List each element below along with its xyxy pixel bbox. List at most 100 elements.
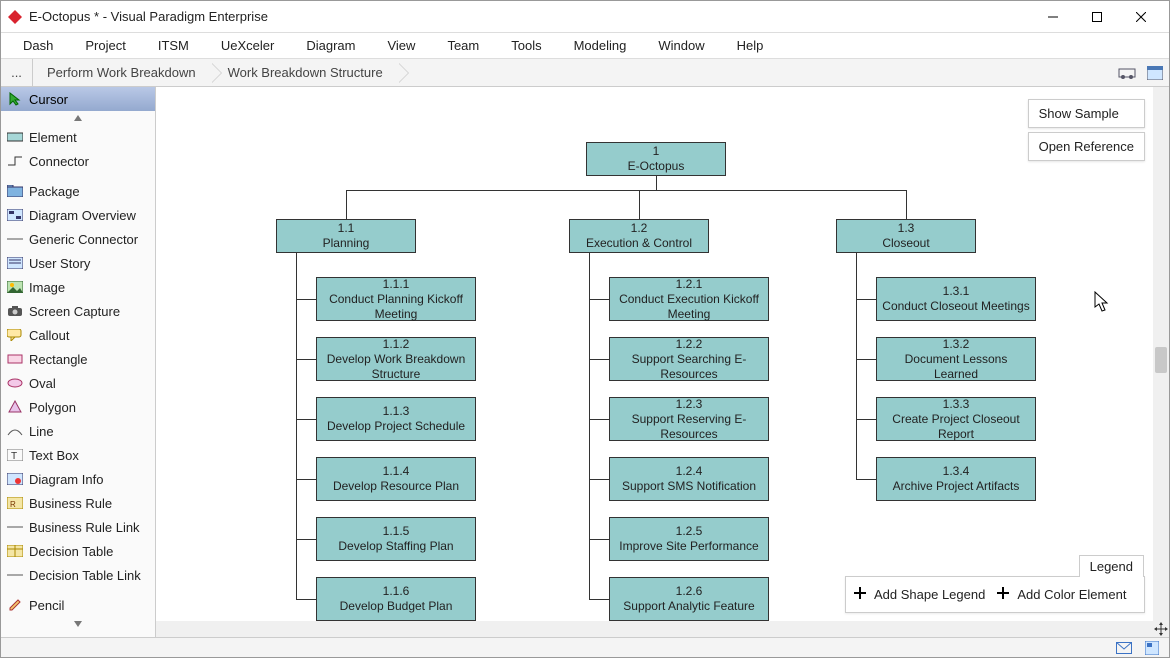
menu-diagram[interactable]: Diagram	[292, 34, 369, 57]
tasks-icon[interactable]	[1143, 639, 1161, 657]
wbs-child-1.1.6[interactable]: 1.1.6Develop Budget Plan	[316, 577, 476, 621]
wbs-child-1.1.5[interactable]: 1.1.5Develop Staffing Plan	[316, 517, 476, 561]
wbs-edge	[296, 419, 316, 420]
wbs-child-1.2.6[interactable]: 1.2.6Support Analytic Feature	[609, 577, 769, 621]
palette-generic-connector[interactable]: Generic Connector	[1, 227, 155, 251]
palette-text-box[interactable]: TText Box	[1, 443, 155, 467]
wbs-child-1.1.4[interactable]: 1.1.4Develop Resource Plan	[316, 457, 476, 501]
scrollbar-thumb[interactable]	[1155, 347, 1167, 373]
palette-cursor[interactable]: Cursor	[1, 87, 155, 111]
menu-window[interactable]: Window	[644, 34, 718, 57]
palette-element[interactable]: Element	[1, 125, 155, 149]
wbs-branch-1.2[interactable]: 1.2Execution & Control	[569, 219, 709, 253]
legend-tab[interactable]: Legend	[1079, 555, 1144, 577]
window-close-button[interactable]	[1119, 1, 1163, 32]
breadcrumb-item-0[interactable]: Perform Work Breakdown	[33, 59, 214, 87]
wbs-child-1.2.2[interactable]: 1.2.2Support Searching E-Resources	[609, 337, 769, 381]
palette-item-label: Decision Table	[29, 544, 113, 559]
legend-panel[interactable]: Legend Add Shape Legend Add Color Elemen…	[845, 576, 1145, 613]
vertical-scrollbar[interactable]	[1153, 87, 1169, 621]
palette-oval[interactable]: Oval	[1, 371, 155, 395]
svg-text:T: T	[11, 451, 17, 461]
palette-scroll-down-icon[interactable]	[1, 617, 155, 631]
menu-help[interactable]: Help	[723, 34, 778, 57]
palette-pencil[interactable]: Pencil	[1, 593, 155, 617]
package-icon	[7, 184, 23, 198]
wbs-edge	[589, 419, 609, 420]
palette-decision-table-link[interactable]: Decision Table Link	[1, 563, 155, 587]
image-icon	[7, 280, 23, 294]
wbs-child-1.1.1[interactable]: 1.1.1Conduct Planning Kickoff Meeting	[316, 277, 476, 321]
wbs-edge	[589, 539, 609, 540]
menu-project[interactable]: Project	[71, 34, 139, 57]
wbs-child-1.2.1[interactable]: 1.2.1Conduct Execution Kickoff Meeting	[609, 277, 769, 321]
palette-item-label: Decision Table Link	[29, 568, 141, 583]
wbs-child-1.1.3[interactable]: 1.1.3Develop Project Schedule	[316, 397, 476, 441]
add-color-element-button[interactable]: Add Color Element	[997, 587, 1126, 602]
palette-diagram-overview[interactable]: Diagram Overview	[1, 203, 155, 227]
wbs-child-1.3.3[interactable]: 1.3.3Create Project Closeout Report	[876, 397, 1036, 441]
palette-rectangle[interactable]: Rectangle	[1, 347, 155, 371]
wbs-branch-1.3[interactable]: 1.3Closeout	[836, 219, 976, 253]
palette-business-rule-link[interactable]: Business Rule Link	[1, 515, 155, 539]
status-bar	[1, 637, 1169, 657]
wbs-child-1.2.5[interactable]: 1.2.5Improve Site Performance	[609, 517, 769, 561]
move-canvas-icon[interactable]	[1153, 621, 1169, 637]
window-minimize-button[interactable]	[1031, 1, 1075, 32]
palette-item-label: Connector	[29, 154, 89, 169]
wbs-node-label: Create Project Closeout Report	[881, 412, 1031, 442]
horizontal-scrollbar[interactable]	[156, 621, 1169, 637]
palette-diagram-info[interactable]: Diagram Info	[1, 467, 155, 491]
menu-view[interactable]: View	[373, 34, 429, 57]
brl-icon	[7, 520, 23, 534]
palette-image[interactable]: Image	[1, 275, 155, 299]
wbs-root[interactable]: 1E-Octopus	[586, 142, 726, 176]
diagram-canvas[interactable]: Show Sample Open Reference Legend Add Sh…	[156, 87, 1153, 621]
wbs-node-id: 1.2.1	[676, 277, 703, 292]
wbs-child-1.3.4[interactable]: 1.3.4Archive Project Artifacts	[876, 457, 1036, 501]
wbs-child-1.2.3[interactable]: 1.2.3Support Reserving E-Resources	[609, 397, 769, 441]
breadcrumb-bar: ... Perform Work Breakdown Work Breakdow…	[1, 59, 1169, 87]
palette-scroll-up-icon[interactable]	[1, 111, 155, 125]
menu-team[interactable]: Team	[433, 34, 493, 57]
palette-business-rule[interactable]: RBusiness Rule	[1, 491, 155, 515]
wbs-branch-1.1[interactable]: 1.1Planning	[276, 219, 416, 253]
wbs-child-1.3.2[interactable]: 1.3.2Document Lessons Learned	[876, 337, 1036, 381]
menu-itsm[interactable]: ITSM	[144, 34, 203, 57]
palette-screen-capture[interactable]: Screen Capture	[1, 299, 155, 323]
window-maximize-button[interactable]	[1075, 1, 1119, 32]
palette-callout[interactable]: Callout	[1, 323, 155, 347]
wbs-child-1.1.2[interactable]: 1.1.2Develop Work Breakdown Structure	[316, 337, 476, 381]
rect-icon	[7, 352, 23, 366]
textbox-icon: T	[7, 448, 23, 462]
add-shape-legend-button[interactable]: Add Shape Legend	[854, 587, 985, 602]
palette-connector[interactable]: Connector	[1, 149, 155, 173]
wbs-node-id: 1.2.3	[676, 397, 703, 412]
palette-line[interactable]: Line	[1, 419, 155, 443]
breadcrumb-label: Perform Work Breakdown	[47, 65, 196, 80]
palette-decision-table[interactable]: Decision Table	[1, 539, 155, 563]
wbs-edge	[856, 253, 857, 479]
wbs-edge	[296, 539, 316, 540]
palette-user-story[interactable]: User Story	[1, 251, 155, 275]
mail-icon[interactable]	[1115, 639, 1133, 657]
menu-uexceler[interactable]: UeXceler	[207, 34, 288, 57]
toolbar-zoom-icon[interactable]	[1113, 59, 1141, 87]
open-reference-button[interactable]: Open Reference	[1028, 132, 1145, 161]
breadcrumb-root[interactable]: ...	[1, 59, 33, 87]
wbs-child-1.3.1[interactable]: 1.3.1Conduct Closeout Meetings	[876, 277, 1036, 321]
menu-tools[interactable]: Tools	[497, 34, 555, 57]
breadcrumb-item-1[interactable]: Work Breakdown Structure	[214, 59, 401, 87]
palette-item-label: Diagram Info	[29, 472, 103, 487]
palette-polygon[interactable]: Polygon	[1, 395, 155, 419]
wbs-node-id: 1.1.3	[383, 404, 410, 419]
wbs-node-label: Develop Staffing Plan	[338, 539, 453, 554]
wbs-child-1.2.4[interactable]: 1.2.4Support SMS Notification	[609, 457, 769, 501]
diagraminfo-icon	[7, 472, 23, 486]
show-sample-button[interactable]: Show Sample	[1028, 99, 1145, 128]
palette-package[interactable]: Package	[1, 179, 155, 203]
menu-modeling[interactable]: Modeling	[560, 34, 641, 57]
toolbar-panel-icon[interactable]	[1141, 59, 1169, 87]
menu-dash[interactable]: Dash	[9, 34, 67, 57]
wbs-edge	[296, 299, 316, 300]
